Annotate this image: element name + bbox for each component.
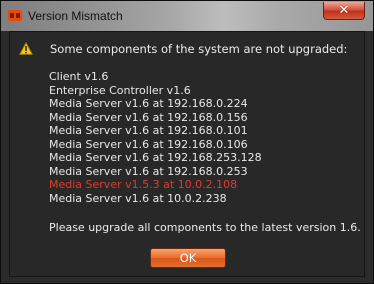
component-list: Client v1.6 Enterprise Controller v1.6 Med… [49,70,262,205]
component-item: Media Server v1.6 at 192.168.0.101 [49,124,248,137]
upgrade-instruction: Please upgrade all components to the lat… [49,221,361,234]
component-item: Media Server v1.6 at 192.168.253.128 [49,151,262,164]
title-bar[interactable]: Version Mismatch ✕ [1,1,373,31]
dialog-headline: Some components of the system are not up… [50,42,348,56]
component-item: Enterprise Controller v1.6 [49,83,191,97]
component-item: Media Server v1.6 at 192.168.0.106 [49,137,248,151]
component-item: Media Server v1.6 at 192.168.0.156 [49,110,248,124]
component-item: Client v1.6 [49,70,109,83]
window-title: Version Mismatch [28,9,123,23]
close-icon: ✕ [338,3,350,18]
component-item: Media Server v1.6 at 10.0.2.238 [49,191,227,205]
warning-icon [19,42,33,55]
dialog-body: Some components of the system are not up… [9,31,365,277]
close-button[interactable]: ✕ [323,2,365,20]
ok-button[interactable]: OK [150,248,226,268]
network-optix-logo-icon [8,10,22,21]
component-item: Media Server v1.6 at 192.168.0.253 [49,164,248,178]
component-item: Media Server v1.6 at 192.168.0.224 [49,97,248,110]
component-item-mismatch: Media Server v1.5.3 at 10.0.2.108 [49,178,238,191]
version-mismatch-dialog: Version Mismatch ✕ Some components of th… [0,0,374,284]
